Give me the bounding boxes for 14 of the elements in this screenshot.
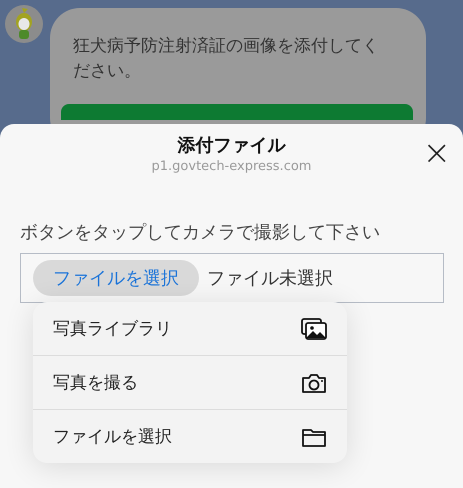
close-button[interactable]: × — [418, 136, 455, 170]
camera-icon — [301, 372, 327, 394]
photos-icon — [301, 318, 327, 340]
avatar — [5, 5, 43, 43]
sheet-title: 添付ファイル — [178, 134, 286, 158]
menu-item[interactable]: 写真を撮る — [33, 355, 347, 409]
menu-item[interactable]: ファイルを選択 — [33, 409, 347, 463]
menu-item[interactable]: 写真ライブラリ — [33, 302, 347, 355]
action-button[interactable] — [61, 104, 413, 120]
prompt-text: ボタンをタップしてカメラで撮影して下さい — [20, 221, 381, 245]
message-text: 狂犬病予防注射済証の画像を添付してください。 — [73, 35, 380, 83]
file-input[interactable]: ファイルを選択 ファイル未選択 — [20, 253, 444, 303]
file-status: ファイル未選択 — [207, 267, 333, 290]
sheet-url: p1.govtech-express.com — [150, 158, 312, 176]
